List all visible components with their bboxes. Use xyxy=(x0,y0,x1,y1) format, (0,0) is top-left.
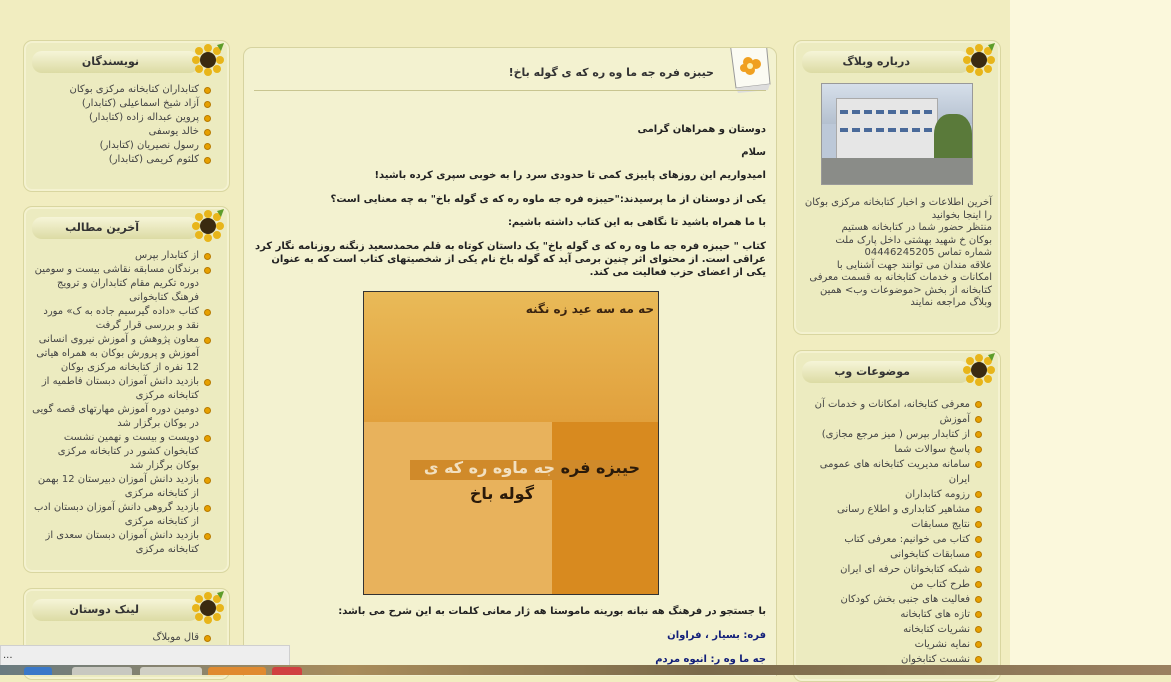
about-line: علاقه مندان می توانند جهت آشنایی با امکا… xyxy=(809,259,992,309)
post-paragraph: دوستان و همراهان گرامی xyxy=(637,124,767,135)
topic-item[interactable]: کتاب می خوانیم: معرفی کتاب xyxy=(802,532,982,547)
topic-item[interactable]: نتایج مسابقات xyxy=(802,517,982,532)
post-flower-icon xyxy=(730,48,771,93)
browser-status-bar: ... xyxy=(0,645,290,667)
post-paragraph: با ما همراه باشید تا نگاهی به این کتاب د… xyxy=(507,217,766,228)
topic-item[interactable]: معرفی کتابخانه، امکانات و خدمات آن xyxy=(802,397,982,412)
writers-list: کتابداران کتابخانه مرکزی بوکان آزاد شیخ … xyxy=(32,83,211,167)
web-topics-title: موضوعات وب xyxy=(802,361,970,383)
writers-title: نویسندگان xyxy=(32,51,199,73)
friends-links-list: قال موبلاگ xyxy=(32,631,211,645)
topic-item[interactable]: شبکه کتابخوانان حرفه ای ایران xyxy=(802,562,982,577)
about-line: آخرین اطلاعات و اخبار کتابخانه مرکزی بوک… xyxy=(804,197,992,221)
writer-item[interactable]: کلثوم کریمی (کتابدار) xyxy=(32,153,211,167)
sunflower-icon xyxy=(192,591,224,624)
friends-links-title: لینک دوستان xyxy=(32,599,199,621)
latest-post-item[interactable]: بازدید دانش آموزان دبستان فاطمیه از کتاب… xyxy=(32,375,211,403)
topic-item[interactable]: نمایه نشریات xyxy=(802,637,982,652)
latest-post-item[interactable]: بازدید دانش آموزان دبیرستان 12 بهمن از ک… xyxy=(32,473,211,501)
writer-item[interactable]: خالد یوسفی xyxy=(32,125,211,139)
latest-post-item[interactable]: دومین دوره آموزش مهارتهای قصه گویی در بو… xyxy=(32,403,211,431)
topic-item[interactable]: آموزش xyxy=(802,412,982,427)
post-paragraph: یکی از دوستان از ما پرسیدند:"حیبزه فره ج… xyxy=(330,194,766,205)
about-line: شماره تماس 04446245205 xyxy=(864,247,992,258)
friend-link-item[interactable]: قال موبلاگ xyxy=(32,631,211,645)
sunflower-icon xyxy=(963,43,995,76)
topic-item[interactable]: فعالیت های جنبی بخش کودکان xyxy=(802,592,982,607)
book-author: حه مه سه عید زه نگنه xyxy=(525,302,654,316)
latest-post-item[interactable]: بازدید دانش آموزان دبستان سعدی از کتابخا… xyxy=(32,529,211,557)
definition: فره: بسیار ، فراوان xyxy=(667,630,766,641)
topic-item[interactable]: پاسخ سوالات شما xyxy=(802,442,982,457)
post-paragraph: امیدواریم این روزهای پاییزی کمی تا حدودی… xyxy=(374,170,766,181)
library-building-photo xyxy=(821,83,973,185)
post-paragraph: سلام xyxy=(741,147,766,158)
taskbar-app-button[interactable] xyxy=(272,667,302,675)
book-title-part: جه ماوه ره که ی xyxy=(423,458,555,477)
latest-post-item[interactable]: دویست و بیست و نهمین نشست کتابخوان کشور … xyxy=(32,431,211,473)
about-line: بوکان خ شهید بهشتی داخل پارک ملت xyxy=(835,234,992,246)
writer-item[interactable]: رسول نصیریان (کتابدار) xyxy=(32,139,211,153)
book-cover-image: حه مه سه عید زه نگنه حیبزه فره جه ماوه ر… xyxy=(363,291,659,595)
writer-item[interactable]: کتابداران کتابخانه مرکزی بوکان xyxy=(32,83,211,97)
latest-posts-title: آخرین مطالب xyxy=(32,217,199,239)
web-topics-list: معرفی کتابخانه، امکانات و خدمات آن آموزش… xyxy=(802,397,982,667)
book-cover-right xyxy=(552,422,658,594)
post-paragraph: کتاب " حیبزه فره جه ما وه ره که ی گوله ب… xyxy=(254,241,766,278)
definition: جه ما وه ر: انبوه مردم xyxy=(655,654,766,665)
post-container: حیبزه فره جه ما وه ره که ی گوله باخ! دوس… xyxy=(243,47,777,676)
topic-item[interactable]: رزومه کتابداران xyxy=(802,487,982,502)
latest-posts-list: از کتابدار بپرس برندگان مسابقه نقاشی بیس… xyxy=(32,249,211,557)
topic-item[interactable]: طرح کتاب من xyxy=(802,577,982,592)
post-paragraph: با جستجو در فرهنگ هه نبانه بورینه ماموست… xyxy=(338,606,766,617)
about-line: منتظر حضور شما در کتابخانه هستیم xyxy=(841,222,992,233)
about-blog-title: درباره وبلاگ xyxy=(802,51,970,73)
start-button[interactable] xyxy=(24,667,52,675)
taskbar-app-button[interactable] xyxy=(208,667,266,675)
web-topics-panel: موضوعات وب معرفی کتابخانه، امکانات و خدم… xyxy=(793,350,1001,682)
writers-panel: نویسندگان کتابداران کتابخانه مرکزی بوکان… xyxy=(23,40,230,192)
right-background-strip xyxy=(1010,0,1171,675)
post-divider xyxy=(254,90,766,91)
writer-item[interactable]: پروین عبداله زاده (کتابدار) xyxy=(32,111,211,125)
latest-post-item[interactable]: کتاب «داده گیرسیم جاده به ک» مورد نقد و … xyxy=(32,305,211,333)
latest-post-item[interactable]: از کتابدار بپرس xyxy=(32,249,211,263)
about-blog-text: آخرین اطلاعات و اخبار کتابخانه مرکزی بوک… xyxy=(802,197,992,310)
book-title-part: حیبزه فره xyxy=(560,458,640,477)
latest-post-item[interactable]: بازدید گروهی دانش آموزان دبستان ادب از ک… xyxy=(32,501,211,529)
sunflower-icon xyxy=(963,353,995,386)
topic-item[interactable]: نشریات کتابخانه xyxy=(802,622,982,637)
writer-item[interactable]: آزاد شیخ اسماعیلی (کتابدار) xyxy=(32,97,211,111)
topic-item[interactable]: مسابقات کتابخوانی xyxy=(802,547,982,562)
taskbar-app-button[interactable] xyxy=(140,667,202,675)
topic-item[interactable]: سامانه مدیریت کتابخانه های عمومی ایران xyxy=(802,457,982,487)
sunflower-icon xyxy=(192,209,224,242)
book-title-line2: گوله باخ xyxy=(469,484,534,503)
book-title-line1: حیبزه فره جه ماوه ره که ی xyxy=(412,458,640,477)
latest-posts-panel: آخرین مطالب از کتابدار بپرس برندگان مساب… xyxy=(23,206,230,573)
book-cover-lower xyxy=(364,422,552,594)
topic-item[interactable]: تازه های کتابخانه xyxy=(802,607,982,622)
sunflower-icon xyxy=(192,43,224,76)
taskbar-app-button[interactable] xyxy=(72,667,132,675)
latest-post-item[interactable]: معاون پژوهش و آموزش نیروی انسانی آموزش و… xyxy=(32,333,211,375)
post-title[interactable]: حیبزه فره جه ما وه ره که ی گوله باخ! xyxy=(509,66,714,79)
topic-item[interactable]: از کتابدار بپرس ( میز مرجع مجازی) xyxy=(802,427,982,442)
about-blog-panel: درباره وبلاگ آخرین اطلاعات و اخبار کتابخ… xyxy=(793,40,1001,335)
latest-post-item[interactable]: برندگان مسابقه نقاشی بیست و سومین دوره ت… xyxy=(32,263,211,305)
topic-item[interactable]: مشاهیر کتابداری و اطلاع رسانی xyxy=(802,502,982,517)
